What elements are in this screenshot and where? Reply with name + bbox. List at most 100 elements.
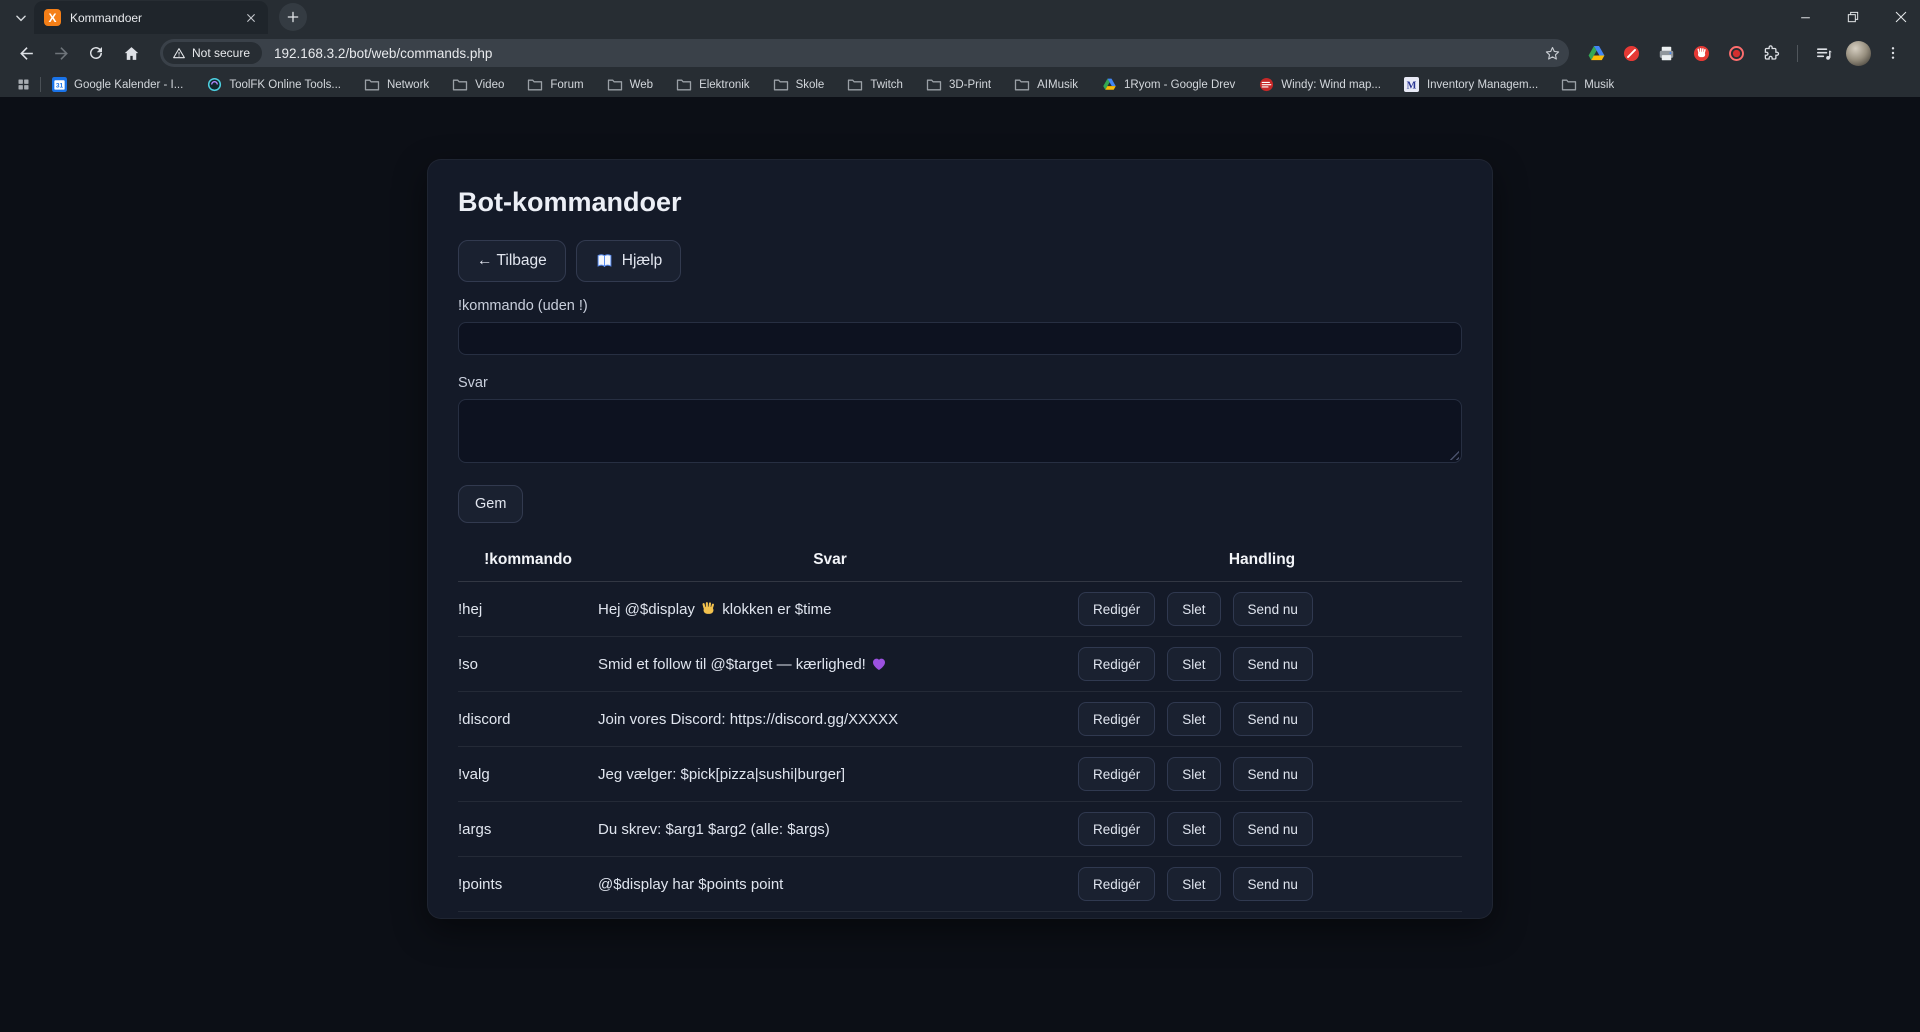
minimize-button[interactable] — [1792, 4, 1818, 30]
send-nu-button[interactable]: Send nu — [1233, 702, 1313, 736]
folder-icon — [364, 77, 380, 93]
slet-button[interactable]: Slet — [1167, 757, 1220, 791]
hand-stop-icon — [1692, 44, 1711, 63]
redigér-button[interactable]: Redigér — [1078, 592, 1155, 626]
reload-button[interactable] — [80, 37, 112, 69]
drive-extension-button[interactable] — [1583, 40, 1609, 66]
send-nu-button[interactable]: Send nu — [1233, 812, 1313, 846]
tab-search-button[interactable] — [8, 5, 34, 31]
answer-cell: Jeg vælger: $pick[pizza|sushi|burger] — [598, 766, 1062, 783]
printer-extension-button[interactable] — [1653, 40, 1679, 66]
page-content: Bot-kommandoer ← Tilbage Hjælp !kommando… — [0, 97, 1920, 1032]
stop-hand-extension-button[interactable] — [1688, 40, 1714, 66]
playlist-icon — [1815, 44, 1834, 63]
playlist-button[interactable] — [1811, 40, 1837, 66]
redigér-button[interactable]: Redigér — [1078, 812, 1155, 846]
window-controls — [1792, 4, 1914, 30]
record-icon — [1727, 44, 1746, 63]
page-title: Bot-kommandoer — [458, 186, 1462, 219]
restore-button[interactable] — [1840, 4, 1866, 30]
bookmark-star-button[interactable] — [1539, 40, 1565, 66]
help-button[interactable]: Hjælp — [576, 240, 681, 282]
slet-button[interactable]: Slet — [1167, 702, 1220, 736]
send-nu-button[interactable]: Send nu — [1233, 757, 1313, 791]
folder-icon — [527, 77, 543, 93]
bookmark-item[interactable]: 31 Google Kalender - I... — [51, 77, 183, 93]
security-chip[interactable]: Not secure — [163, 42, 262, 64]
bookmark-item[interactable]: 1Ryom - Google Drev — [1101, 77, 1235, 93]
actions-cell: Redigér Slet Send nu — [1062, 757, 1462, 791]
answer-textarea[interactable] — [458, 399, 1462, 463]
browser-menu-button[interactable] — [1880, 40, 1906, 66]
bookmark-item[interactable]: Skole — [773, 77, 825, 93]
reload-icon — [87, 44, 105, 62]
actions-cell: Redigér Slet Send nu — [1062, 812, 1462, 846]
new-tab-button[interactable] — [279, 3, 307, 31]
folder-icon — [452, 77, 468, 93]
bookmark-item[interactable]: Web — [607, 77, 653, 93]
header-actions: Handling — [1062, 551, 1462, 569]
slet-button[interactable]: Slet — [1167, 592, 1220, 626]
puzzle-icon — [1762, 44, 1780, 62]
bookmark-item[interactable]: Elektronik — [676, 77, 750, 93]
command-input[interactable] — [458, 322, 1462, 355]
slet-button[interactable]: Slet — [1167, 812, 1220, 846]
tab-strip: X Kommandoer — [0, 0, 1920, 34]
redigér-button[interactable]: Redigér — [1078, 647, 1155, 681]
bookmark-item[interactable]: Video — [452, 77, 504, 93]
browser-tab[interactable]: X Kommandoer — [34, 1, 268, 34]
bookmark-item[interactable]: ToolFK Online Tools... — [206, 77, 341, 93]
actions-cell: Redigér Slet Send nu — [1062, 592, 1462, 626]
table-row: !hej Hej @$display klokken er $time Redi… — [458, 582, 1462, 637]
bookmark-item[interactable]: AIMusik — [1014, 77, 1078, 93]
slet-button[interactable]: Slet — [1167, 867, 1220, 901]
toolbar-separator — [1797, 45, 1798, 62]
redigér-button[interactable]: Redigér — [1078, 867, 1155, 901]
send-nu-button[interactable]: Send nu — [1233, 647, 1313, 681]
tab-close-button[interactable] — [242, 9, 260, 27]
close-icon — [1894, 10, 1908, 24]
slet-button[interactable]: Slet — [1167, 647, 1220, 681]
bookmark-item[interactable]: Forum — [527, 77, 583, 93]
table-row: !valg Jeg vælger: $pick[pizza|sushi|burg… — [458, 747, 1462, 802]
block-icon — [1622, 44, 1641, 63]
back-link-button[interactable]: ← Tilbage — [458, 240, 566, 282]
blocker-extension-button[interactable] — [1618, 40, 1644, 66]
back-button[interactable] — [10, 37, 42, 69]
kebab-menu-icon — [1885, 45, 1901, 61]
bookmarks-separator — [40, 77, 41, 92]
forward-button[interactable] — [45, 37, 77, 69]
redigér-button[interactable]: Redigér — [1078, 702, 1155, 736]
apps-grid-button[interactable] — [12, 75, 34, 95]
home-icon — [122, 44, 141, 63]
command-label: !kommando (uden !) — [458, 298, 1462, 316]
bookmark-label: Twitch — [870, 79, 903, 91]
bookmark-item[interactable]: M Inventory Managem... — [1404, 77, 1538, 93]
header-answer: Svar — [598, 551, 1062, 569]
restore-icon — [1846, 10, 1860, 24]
bookmark-label: ToolFK Online Tools... — [229, 79, 341, 91]
address-bar[interactable]: Not secure 192.168.3.2/bot/web/commands.… — [160, 39, 1569, 67]
bookmark-item[interactable]: Windy: Wind map... — [1258, 77, 1381, 93]
answer-cell: @$display har $points point — [598, 876, 1062, 893]
send-nu-button[interactable]: Send nu — [1233, 592, 1313, 626]
record-extension-button[interactable] — [1723, 40, 1749, 66]
close-window-button[interactable] — [1888, 4, 1914, 30]
xampp-favicon-icon: X — [44, 9, 61, 26]
profile-avatar[interactable] — [1846, 41, 1871, 66]
bookmark-item[interactable]: 3D-Print — [926, 77, 991, 93]
bookmark-item[interactable]: Network — [364, 77, 429, 93]
bookmark-item[interactable]: Twitch — [847, 77, 903, 93]
send-nu-button[interactable]: Send nu — [1233, 867, 1313, 901]
extensions-puzzle-button[interactable] — [1758, 40, 1784, 66]
bookmark-item[interactable]: Musik — [1561, 77, 1614, 93]
command-cell: !so — [458, 656, 598, 673]
home-button[interactable] — [115, 37, 147, 69]
commands-table-body: !hej Hej @$display klokken er $time Redi… — [458, 582, 1462, 912]
forward-arrow-icon — [52, 44, 71, 63]
command-cell: !hej — [458, 601, 598, 618]
redigér-button[interactable]: Redigér — [1078, 757, 1155, 791]
browser-window: X Kommandoer — [0, 0, 1920, 1032]
save-button[interactable]: Gem — [458, 485, 523, 523]
table-row: !discord Join vores Discord: https://dis… — [458, 692, 1462, 747]
